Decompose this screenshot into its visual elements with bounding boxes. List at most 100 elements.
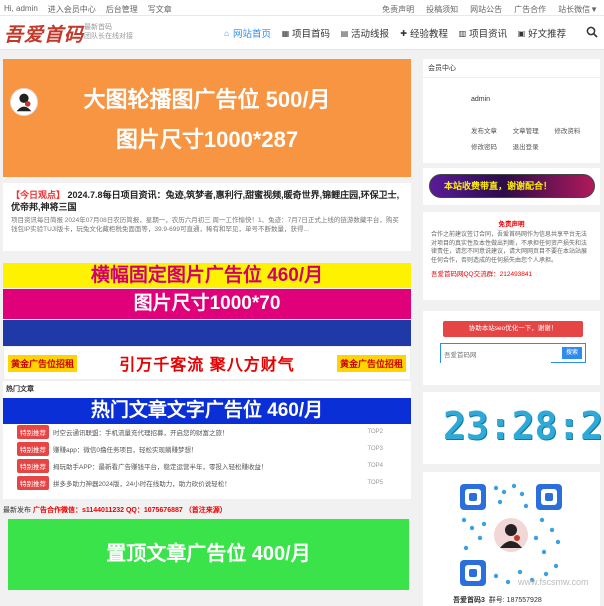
news-card[interactable]: 【今日观点】 2024.7.8每日项目资讯：兔迹,筑梦者,惠利行,甜蜜视频,暖奇… xyxy=(3,183,411,251)
nav-news[interactable]: ▥ 项目资讯 xyxy=(458,26,508,41)
nav-home[interactable]: ⌂ 网站首页 xyxy=(222,26,272,41)
site-logo[interactable]: 吾爱首码 xyxy=(4,20,84,47)
list-item[interactable]: 特别推荐 拇玩助手APP：最新看广告赚钱平台，稳定运营半年，零投入轻松赚收益！ … xyxy=(3,457,411,474)
article-link[interactable]: 拇玩助手APP：最新看广告赚钱平台，稳定运营半年，零投入轻松赚收益！ xyxy=(53,461,268,471)
hot-articles-list: 特别推荐 时空云通讯联盟：手机流量充代理招募，开启您的财富之旅！ TOP2 特别… xyxy=(3,423,411,491)
submission-link[interactable]: 投稿须知 xyxy=(426,4,458,15)
seo-help-button[interactable]: 协助本站seo优化一下，谢谢！ xyxy=(443,321,583,337)
seo-panel: 协助本站seo优化一下，谢谢！ 搜索 xyxy=(423,311,600,385)
list-item[interactable]: 特别推荐 拼多多助力神器2024版，24小时在线助力，助力砍价说轻松！ TOP5 xyxy=(3,474,411,491)
slogan-line-1: 最新首码 xyxy=(84,24,112,31)
qr-name: 吾爱首码3 xyxy=(453,597,485,604)
latest-publish-label: 最新发布 xyxy=(3,507,31,514)
member-center-title: 会员中心 xyxy=(423,59,600,78)
carousel-ad-banner[interactable]: 大图轮播图广告位 500/月 图片尺寸1000*287 xyxy=(3,59,411,177)
article-link[interactable]: 拼多多助力神器2024版，24小时在线助力，助力砍价说轻松！ xyxy=(53,478,231,488)
gold-ad-slogan: 引万千客流 聚八方财气 xyxy=(119,357,295,374)
site-slogan: 最新首码 团队长在线对接 xyxy=(84,23,133,41)
greeting: Hi, admin xyxy=(4,4,38,13)
qr-code xyxy=(456,480,566,590)
gold-ad-left: 黄金广告位招租 xyxy=(8,354,78,372)
fixed-banner-ad-1[interactable]: 横幅固定图片广告位 460/月 xyxy=(3,263,411,288)
puzzle-icon: ✚ xyxy=(400,28,407,38)
member-links: 发布文章 文章管理 修改资料 修改密码 退出登录 xyxy=(471,125,596,151)
rank-label: TOP2 xyxy=(367,428,383,435)
rank-label: TOP5 xyxy=(367,479,383,486)
news-description: 项目资讯每日简报 2024年07月08日农历简报，星期一，农历六月初三 周一工作… xyxy=(11,217,399,233)
slogan-line-2: 团队长在线对接 xyxy=(84,33,133,40)
clock-panel: 23:28:27 xyxy=(423,392,604,464)
search-icon[interactable] xyxy=(586,26,598,38)
write-article-link[interactable]: 写文章 xyxy=(148,4,172,15)
carousel-ad-line-1: 大图轮播图广告位 500/月 xyxy=(83,87,331,112)
book-icon: ▣ xyxy=(517,28,526,38)
marquee-banner[interactable]: 本站收费带直，谢谢配合！ xyxy=(429,174,595,198)
list-item[interactable]: 特别推荐 时空云通讯联盟：手机流量充代理招募，开启您的财富之旅！ TOP2 xyxy=(3,423,411,440)
change-password-link[interactable]: 修改密码 xyxy=(471,141,513,151)
nav-label: 项目资讯 xyxy=(469,29,508,40)
carousel-ad-line-2: 图片尺寸1000*287 xyxy=(115,127,299,152)
qr-group-number: 群号: 187557928 xyxy=(488,597,542,604)
gold-ad-banner[interactable]: 黄金广告位招租 引万千客流 聚八方财气 黄金广告位招租 xyxy=(3,346,411,380)
top-utility-bar: Hi, admin 进入会员中心 后台管理 写文章 免责声明 投稿须知 网站公告… xyxy=(0,0,604,16)
nav-label: 好文推荐 xyxy=(528,29,567,40)
newspaper-icon: ▤ xyxy=(340,28,349,38)
recommend-badge: 特别推荐 xyxy=(17,441,49,456)
nav-label: 项目首码 xyxy=(292,29,331,40)
hot-text-ad[interactable]: 热门文章文字广告位 460/月 xyxy=(3,398,411,424)
article-link[interactable]: 赚赚app：微信0撸任务项目，轻松实现躺赚梦想！ xyxy=(53,444,197,454)
nav-tutorials[interactable]: ✚ 经验教程 xyxy=(399,26,449,41)
member-center-panel: 会员中心 admin 发布文章 文章管理 修改资料 修改密码 退出登录 xyxy=(423,59,600,163)
ad-contact-text: 广告合作微信：s1144011232 QQ：1075676887 （首注来源） xyxy=(32,507,227,514)
news-title-text: 2024.7.8每日项目资讯：兔迹,筑梦者,惠利行,甜蜜视频,暖奇世界,锦鲤庄园… xyxy=(11,190,400,212)
logout-link[interactable]: 退出登录 xyxy=(513,141,555,151)
manage-articles-link[interactable]: 文章管理 xyxy=(513,125,555,135)
edit-profile-link[interactable]: 修改资料 xyxy=(554,125,596,135)
admin-link[interactable]: 后台管理 xyxy=(106,4,138,15)
fixed-banner-ad-3[interactable] xyxy=(3,320,411,346)
nav-activities[interactable]: ▤ 活动线报 xyxy=(340,26,390,41)
rank-label: TOP3 xyxy=(367,445,383,452)
article-link[interactable]: 时空云通讯联盟：手机流量充代理招募，开启您的财富之旅！ xyxy=(53,427,229,437)
recommend-badge: 特别推荐 xyxy=(17,458,49,473)
qr-caption: 吾爱首码3 群号: 187557928 xyxy=(453,595,542,605)
nav-label: 活动线报 xyxy=(351,29,390,40)
main-nav: ⌂ 网站首页 ▦ 项目首码 ▤ 活动线报 ✚ 经验教程 ▥ 项目资讯 ▣ 好文推荐 xyxy=(222,26,567,41)
nav-recommended[interactable]: ▣ 好文推荐 xyxy=(517,26,567,41)
seo-search-input[interactable] xyxy=(441,346,551,365)
watermark: www.fscsmw.com xyxy=(518,577,589,587)
digital-clock: 23:28:27 xyxy=(443,404,604,448)
avatar[interactable] xyxy=(10,88,38,116)
hot-articles-heading: 热门文章 xyxy=(6,386,34,393)
username: admin xyxy=(471,96,491,103)
recommend-badge: 特别推荐 xyxy=(17,475,49,490)
gold-ad-right: 黄金广告位招租 xyxy=(336,354,406,372)
pinned-article-ad[interactable]: 置顶文章广告位 400/月 xyxy=(8,519,409,590)
marquee-panel: 本站收费带直，谢谢配合！ xyxy=(423,168,600,205)
nav-label: 经验教程 xyxy=(410,29,449,40)
announcement-link[interactable]: 网站公告 xyxy=(470,4,502,15)
disclaimer-link[interactable]: 免责声明 xyxy=(382,4,414,15)
recommend-badge: 特别推荐 xyxy=(17,424,49,439)
webmaster-wechat-dropdown[interactable]: 站长微信▼ xyxy=(558,4,598,15)
home-icon: ⌂ xyxy=(224,28,229,38)
nav-label: 网站首页 xyxy=(233,29,272,40)
site-header: 吾爱首码 最新首码 团队长在线对接 ⌂ 网站首页 ▦ 项目首码 ▤ 活动线报 ✚ 经验教… xyxy=(0,16,604,50)
ad-cooperation-link[interactable]: 广告合作 xyxy=(514,4,546,15)
rank-label: TOP4 xyxy=(367,462,383,469)
latest-publish-bar: 最新发布 广告合作微信：s1144011232 QQ：1075676887 （首… xyxy=(3,505,227,515)
publish-article-link[interactable]: 发布文章 xyxy=(471,125,513,135)
fixed-banner-ad-2[interactable]: 图片尺寸1000*70 xyxy=(3,289,411,319)
seo-search-box: 搜索 xyxy=(440,343,586,365)
news-tag: 【今日观点】 xyxy=(11,190,66,200)
grid-icon: ▦ xyxy=(281,28,290,38)
nav-projects[interactable]: ▦ 项目首码 xyxy=(281,26,331,41)
member-center-link[interactable]: 进入会员中心 xyxy=(48,4,96,15)
qq-group-text: 吾爱首码网QQ交流群：212493841 xyxy=(431,271,533,278)
seo-search-button[interactable]: 搜索 xyxy=(562,347,582,359)
disclaimer-panel: 免责声明 合作之前建议签订合同，吾爱首码网作为信息共享平台无法对项目的真实性及本… xyxy=(423,212,600,300)
news-title[interactable]: 【今日观点】 2024.7.8每日项目资讯：兔迹,筑梦者,惠利行,甜蜜视频,暖奇… xyxy=(11,189,403,213)
doc-icon: ▥ xyxy=(458,28,467,38)
list-item[interactable]: 特别推荐 赚赚app：微信0撸任务项目，轻松实现躺赚梦想！ TOP3 xyxy=(3,440,411,457)
disclaimer-text: 合作之前建议签订合同，吾爱首码网作为信息共享平台无法对项目的真实性及本性做出判断… xyxy=(431,232,588,264)
